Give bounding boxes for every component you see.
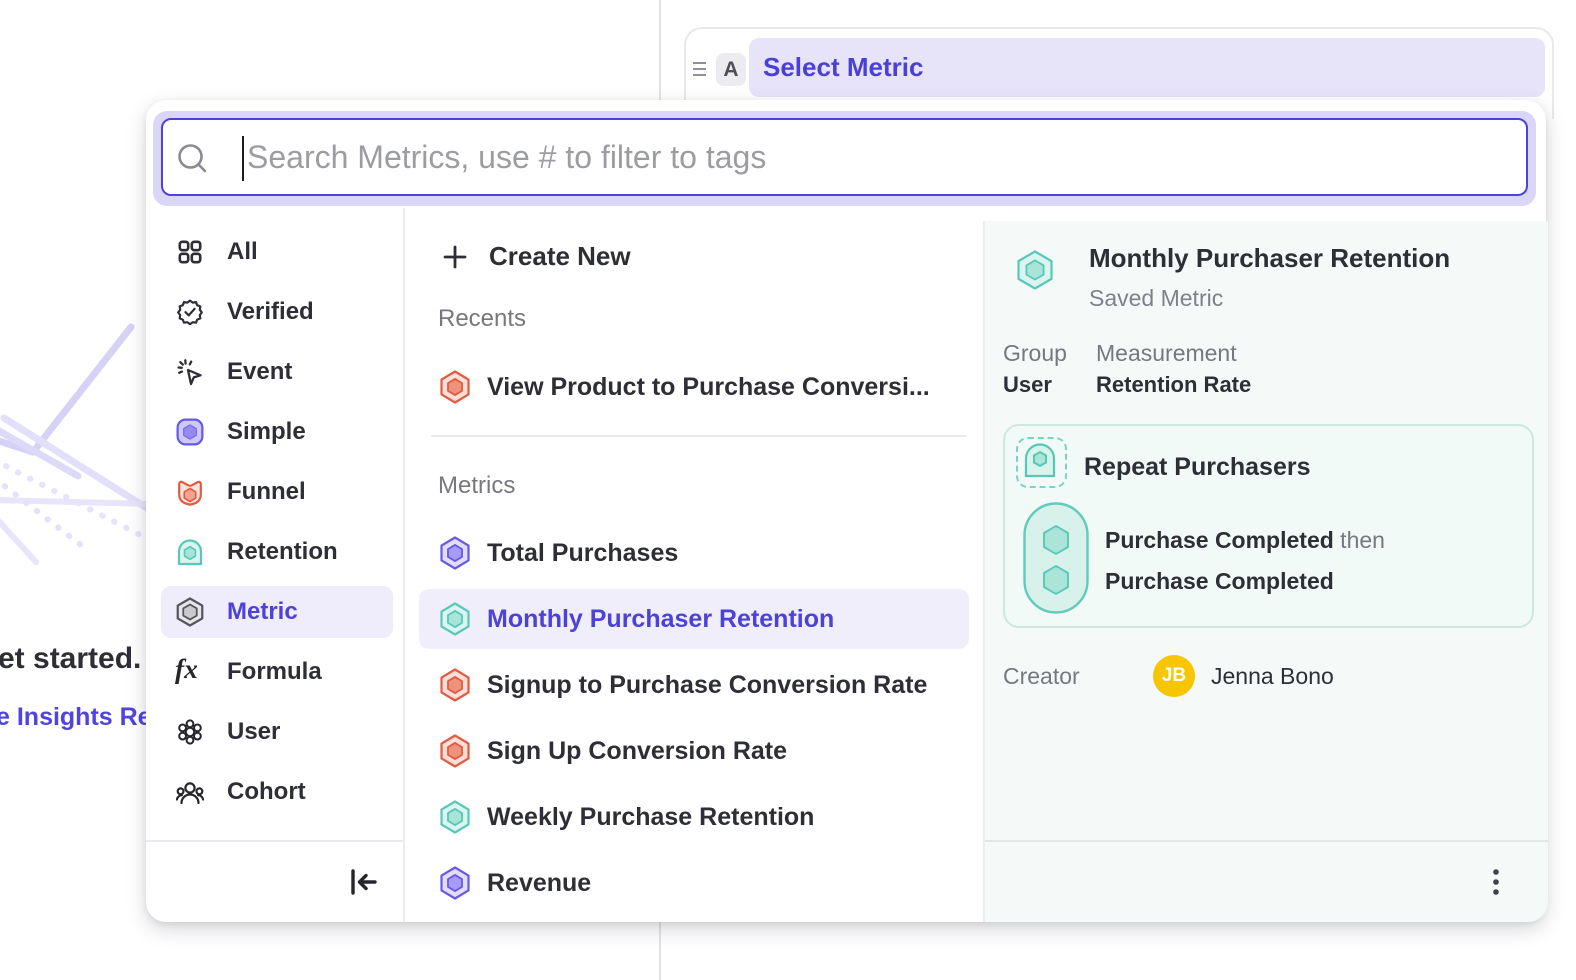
svg-text:fx: fx — [175, 656, 198, 684]
